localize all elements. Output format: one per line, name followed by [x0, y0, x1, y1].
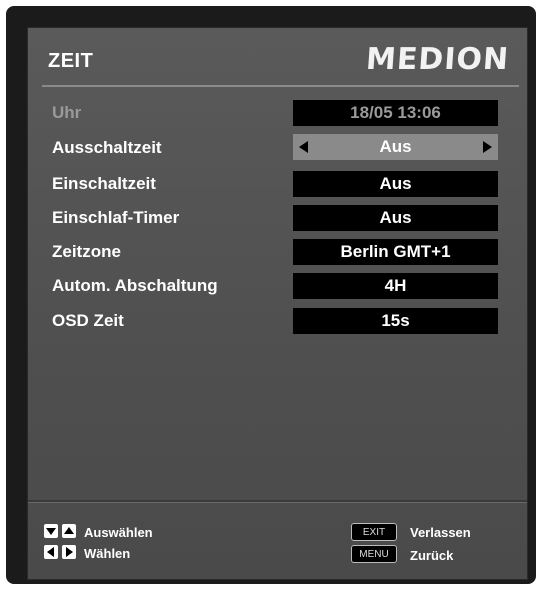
timezone-value[interactable]: Berlin GMT+1	[293, 239, 498, 265]
select-hint: Auswählen	[84, 525, 153, 540]
off-time-label[interactable]: Ausschaltzeit	[52, 138, 162, 158]
choose-hint: Wählen	[84, 546, 131, 561]
page-title: ZEIT	[48, 50, 94, 72]
off-time-selector[interactable]: Aus	[293, 134, 498, 160]
footer-divider-highlight	[28, 502, 527, 503]
exit-key-badge[interactable]: EXIT	[351, 523, 397, 541]
back-hint: Zurück	[410, 548, 454, 563]
clock-label: Uhr	[52, 103, 82, 122]
osd-time-label[interactable]: OSD Zeit	[52, 311, 124, 331]
sleep-timer-label[interactable]: Einschlaf-Timer	[52, 208, 179, 228]
medion-logo: MEDION	[364, 42, 511, 77]
left-arrow-key-icon	[44, 545, 58, 559]
right-arrow-key-icon	[62, 545, 76, 559]
right-arrow-icon[interactable]	[483, 141, 492, 153]
osd-time-value[interactable]: 15s	[293, 308, 498, 334]
time-menu-panel: ZEIT MEDION Uhr 18/05 13:06 Ausschaltzei…	[27, 27, 528, 580]
left-arrow-icon[interactable]	[299, 141, 308, 153]
clock-value: 18/05 13:06	[293, 100, 498, 126]
on-time-label[interactable]: Einschaltzeit	[52, 174, 156, 194]
down-arrow-key-icon	[44, 524, 58, 538]
menu-key-badge[interactable]: MENU	[351, 545, 397, 563]
on-time-value[interactable]: Aus	[293, 171, 498, 197]
up-arrow-key-icon	[62, 524, 76, 538]
osd-frame: ZEIT MEDION Uhr 18/05 13:06 Ausschaltzei…	[6, 6, 536, 584]
auto-shutdown-label[interactable]: Autom. Abschaltung	[52, 276, 218, 296]
header-divider	[42, 85, 519, 87]
off-time-value: Aus	[379, 137, 412, 156]
sleep-timer-value[interactable]: Aus	[293, 205, 498, 231]
exit-hint: Verlassen	[410, 525, 471, 540]
auto-shutdown-value[interactable]: 4H	[293, 273, 498, 299]
timezone-label[interactable]: Zeitzone	[52, 242, 121, 262]
